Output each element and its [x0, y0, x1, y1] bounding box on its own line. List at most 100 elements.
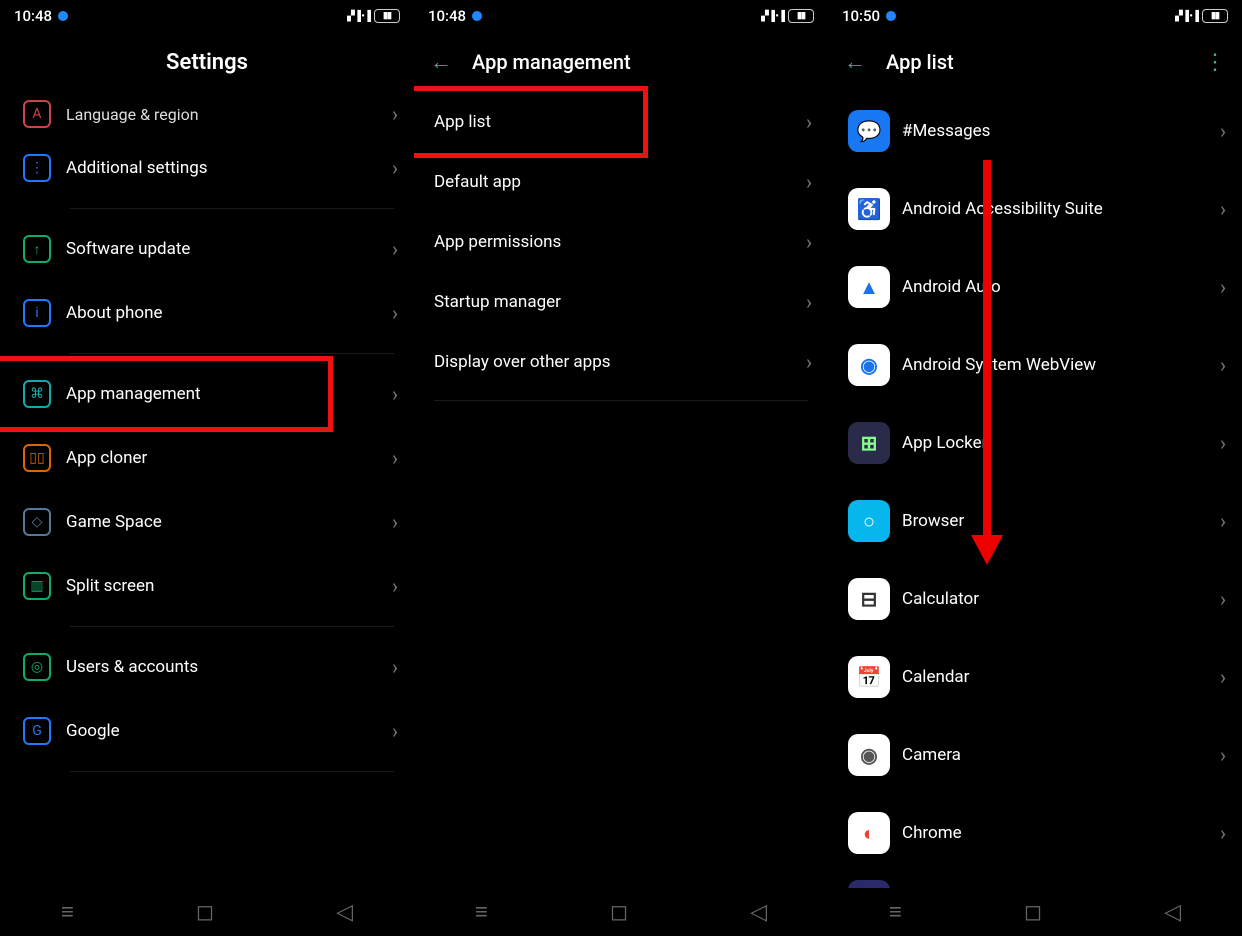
list-item-software[interactable]: ↑Software update›: [0, 217, 414, 281]
list-item-label: #Messages: [902, 121, 990, 141]
screen-title: Settings: [166, 50, 248, 75]
list-item-camera[interactable]: ◉Camera›: [828, 716, 1242, 794]
signal-icon: ▞▐ •▐: [1175, 11, 1198, 22]
nav-recent-icon[interactable]: ≡: [475, 899, 488, 925]
chevron-right-icon: ›: [1220, 119, 1226, 143]
divider: [70, 208, 394, 209]
divider: [434, 400, 808, 401]
chevron-right-icon: ›: [1220, 353, 1226, 377]
list-item-applocker[interactable]: ⊞App Locker›: [828, 404, 1242, 482]
list-item-label: Camera: [902, 745, 961, 765]
divider: [70, 626, 394, 627]
list-item-label: Browser: [902, 511, 964, 531]
google-icon: G: [23, 717, 51, 745]
nav-recent-icon[interactable]: ≡: [61, 899, 74, 925]
back-icon[interactable]: ←: [430, 49, 452, 75]
nav-home-icon[interactable]: ◻: [1024, 900, 1042, 925]
nav-home-icon[interactable]: ◻: [196, 900, 214, 925]
chevron-right-icon: ›: [392, 102, 398, 126]
notification-dot-icon: [472, 11, 482, 21]
list-item-label: Chrome: [902, 823, 962, 843]
list-item-applist[interactable]: App list ›: [414, 92, 828, 152]
nav-back-icon[interactable]: ◁: [336, 900, 353, 925]
nav-home-icon[interactable]: ◻: [610, 900, 628, 925]
list-item-users[interactable]: ◎Users & accounts›: [0, 635, 414, 699]
status-time: 10:50: [842, 7, 880, 25]
signal-icon: ▞▐ •▐: [347, 11, 370, 22]
list-item-label: Game Space: [66, 512, 162, 532]
list-item-label: App list: [434, 112, 491, 132]
list-item-startup[interactable]: Startup manager›: [414, 272, 828, 332]
chevron-right-icon: ›: [392, 510, 398, 534]
list-item-apppermissions[interactable]: App permissions›: [414, 212, 828, 272]
settings-list: A Language & region › ⋮Additional settings›…: [0, 92, 414, 888]
phone-screen-0: 10:48 ▞▐ •▐▮▮ Settings A Language & region › ⋮…: [0, 0, 414, 936]
split-icon: ▥: [23, 572, 51, 600]
list-item-label: Split screen: [66, 576, 154, 596]
chevron-right-icon: ›: [1220, 665, 1226, 689]
chevron-right-icon: ›: [806, 230, 812, 254]
list-item-calculator[interactable]: ⊟Calculator›: [828, 560, 1242, 638]
list-item-displayover[interactable]: Display over other apps ›: [414, 332, 828, 392]
list-item-appmgmt[interactable]: ⌘App management›: [0, 362, 414, 426]
list-item-label: Users & accounts: [66, 657, 198, 677]
list-item-about[interactable]: iAbout phone›: [0, 281, 414, 345]
list-item-label: Android Accessibility Suite: [902, 199, 1103, 219]
list-item-label: Software update: [66, 239, 190, 259]
nav-recent-icon[interactable]: ≡: [889, 899, 902, 925]
list-item-label: Language & region: [66, 105, 199, 124]
list-item-a11y[interactable]: ♿Android Accessibility Suite›: [828, 170, 1242, 248]
back-icon[interactable]: ←: [844, 49, 866, 75]
signal-icon: ▞▐ •▐: [761, 11, 784, 22]
nav-bar: ≡ ◻ ◁: [414, 888, 828, 936]
language-icon: A: [23, 100, 51, 128]
chevron-right-icon: ›: [806, 110, 812, 134]
divider: [70, 353, 394, 354]
list-item-additional[interactable]: ⋮Additional settings›: [0, 136, 414, 200]
list-item-clock[interactable]: ✓Clock›: [828, 872, 1242, 888]
screen-header: Settings: [0, 32, 414, 92]
list-item-calendar[interactable]: 📅Calendar›: [828, 638, 1242, 716]
nav-back-icon[interactable]: ◁: [750, 900, 767, 925]
settings-list: App list›Default app›App permissions›Sta…: [414, 92, 828, 888]
chevron-right-icon: ›: [392, 301, 398, 325]
auto-app-icon: ▲: [848, 266, 890, 308]
list-item-auto[interactable]: ▲Android Auto›: [828, 248, 1242, 326]
status-bar: 10:48▞▐ •▐▮▮: [414, 0, 828, 32]
list-item-lang[interactable]: A Language & region ›: [0, 92, 414, 136]
chevron-right-icon: ›: [392, 382, 398, 406]
list-item-label: App Locker: [902, 433, 987, 453]
chevron-right-icon: ›: [392, 574, 398, 598]
list-item-google[interactable]: GGoogle›: [0, 699, 414, 763]
status-icons: ▞▐ •▐▮▮: [347, 9, 400, 23]
more-icon[interactable]: ⋮: [1204, 50, 1226, 75]
nav-back-icon[interactable]: ◁: [1164, 900, 1181, 925]
list-item-label: Default app: [434, 172, 521, 192]
notification-dot-icon: [886, 11, 896, 21]
cloner-icon: ▯▯: [23, 444, 51, 472]
chrome-app-icon: ◐: [848, 812, 890, 854]
list-item-label: Android System WebView: [902, 355, 1096, 375]
list-item-label: About phone: [66, 303, 163, 323]
list-item-messages[interactable]: 💬#Messages›: [828, 92, 1242, 170]
status-bar: 10:48 ▞▐ •▐▮▮: [0, 0, 414, 32]
clock-app-icon: ✓: [848, 880, 890, 888]
list-item-browser[interactable]: ○Browser›: [828, 482, 1242, 560]
list-item-label: Display over other apps: [434, 352, 611, 372]
list-item-defaultapp[interactable]: Default app›: [414, 152, 828, 212]
list-item-label: Startup manager: [434, 292, 561, 312]
chevron-right-icon: ›: [1220, 509, 1226, 533]
list-item-webview[interactable]: ◉Android System WebView›: [828, 326, 1242, 404]
list-item-gamespace[interactable]: ◇Game Space›: [0, 490, 414, 554]
chevron-right-icon: ›: [806, 350, 812, 374]
nav-bar: ≡ ◻ ◁: [0, 888, 414, 936]
list-item-split[interactable]: ▥ Split screen ›: [0, 554, 414, 618]
phone-screen-1: 10:48▞▐ •▐▮▮←App managementApp list›Defa…: [414, 0, 828, 936]
screen-header: ←App list⋮: [828, 32, 1242, 92]
status-time: 10:48: [14, 7, 52, 25]
user-icon: ◎: [23, 653, 51, 681]
list-item-cloner[interactable]: ▯▯App cloner›: [0, 426, 414, 490]
battery-icon: ▮▮: [1202, 9, 1228, 23]
list-item-chrome[interactable]: ◐Chrome›: [828, 794, 1242, 872]
camera-app-icon: ◉: [848, 734, 890, 776]
